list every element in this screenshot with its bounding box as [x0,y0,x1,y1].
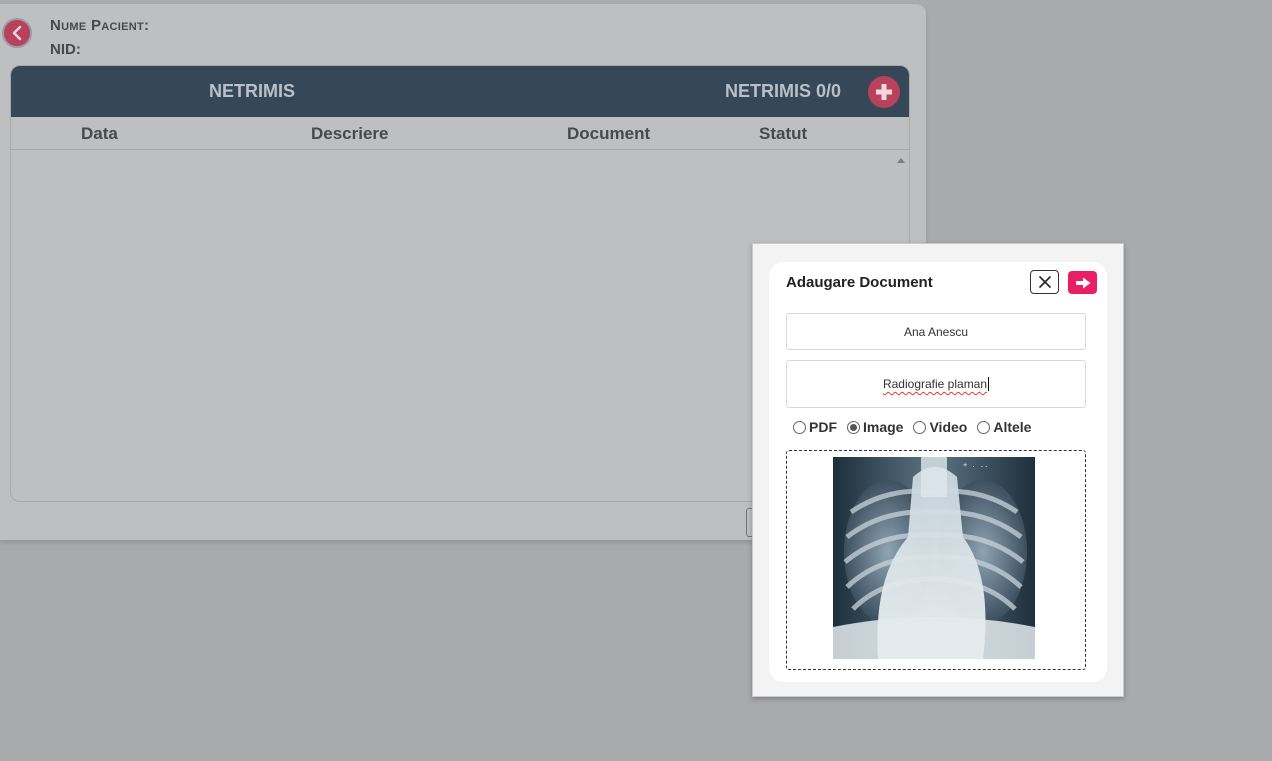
radio-pdf[interactable] [793,420,806,434]
column-header-document[interactable]: Document [567,124,650,144]
radio-image[interactable] [847,420,860,434]
panel-count: NETRIMIS 0/0 [725,81,842,101]
radio-label-image: Image [863,419,904,435]
radio-altele[interactable] [977,420,991,434]
radio-video[interactable] [913,420,927,434]
panel-header: NETRIMIS NETRIMIS 0/0 [11,66,909,117]
arrow-right-icon [1075,277,1090,288]
submit-button[interactable] [1068,271,1097,294]
table-header-row: Data Descriere Document Statut [11,117,909,150]
plus-icon [876,84,892,100]
scroll-up-arrow-icon[interactable] [897,158,905,163]
patient-name-field[interactable]: Ana Anescu [786,313,1086,350]
dialog-content: Adaugare Document Ana Anescu Radiografie… [769,262,1107,682]
close-button[interactable] [1030,270,1059,294]
text-caret [988,377,990,391]
svg-text:+ . ..: + . .. [963,461,988,469]
patient-name-label: Nume Pacient: [50,17,150,34]
radio-label-video: Video [929,419,968,435]
radio-label-altele: Altele [993,419,1032,435]
add-document-dialog: Adaugare Document Ana Anescu Radiografie… [752,243,1124,697]
chest-xray-preview-image: + . .. [833,457,1035,659]
column-header-data[interactable]: Data [81,124,118,144]
chevron-left-icon [12,25,22,41]
dialog-title: Adaugare Document [786,274,933,291]
add-document-button[interactable] [868,76,900,108]
column-header-statut[interactable]: Statut [759,124,807,144]
patient-info: Nume Pacient: NID: [50,14,149,62]
description-value: Radiografie plaman [882,377,988,391]
close-icon [1038,275,1051,289]
file-type-image[interactable]: Image [847,419,903,435]
file-type-options: PDF Image Video Altele [793,419,1031,435]
file-type-pdf[interactable]: PDF [793,419,837,435]
file-type-video[interactable]: Video [913,419,967,435]
patient-name-value: Ana Anescu [903,324,969,339]
back-button[interactable] [2,18,32,48]
radio-label-pdf: PDF [809,419,837,435]
file-type-altele[interactable]: Altele [977,419,1031,435]
nid-label: NID: [50,41,81,58]
panel-title: NETRIMIS [209,81,296,101]
column-header-descriere[interactable]: Descriere [311,124,389,144]
description-field[interactable]: Radiografie plaman [786,360,1086,408]
file-drop-zone[interactable]: + . .. [786,450,1086,670]
